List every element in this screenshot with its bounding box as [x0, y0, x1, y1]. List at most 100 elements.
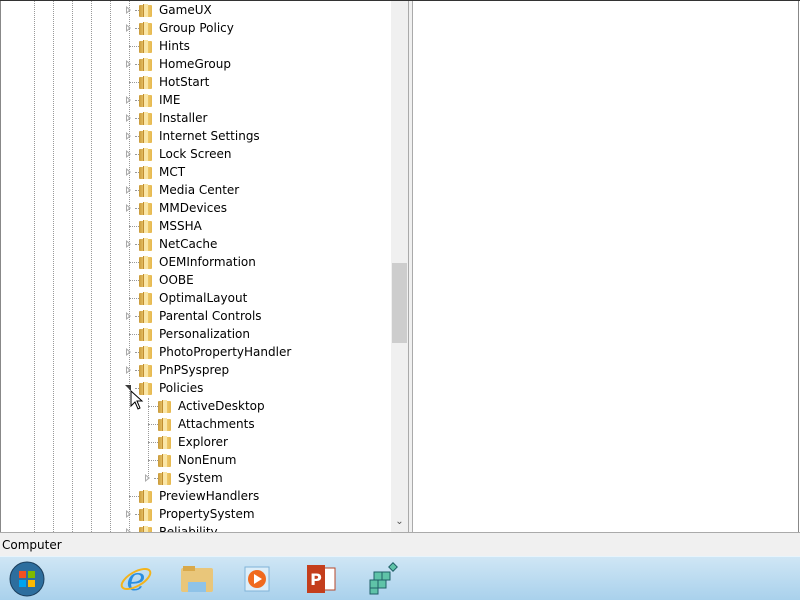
tree-item[interactable]: PnPSysprep — [125, 361, 229, 379]
tree-guide-line — [53, 1, 54, 532]
folder-icon — [138, 291, 153, 306]
tree-item[interactable]: Hints — [125, 37, 190, 55]
tree-item[interactable]: MMDevices — [125, 199, 227, 217]
tree-item-label: MMDevices — [159, 201, 227, 215]
tree-item[interactable]: HomeGroup — [125, 55, 231, 73]
tree-item[interactable]: MCT — [125, 163, 185, 181]
expand-arrow-icon[interactable] — [125, 199, 133, 217]
tree-item-label: Internet Settings — [159, 129, 260, 143]
tree-item[interactable]: Installer — [125, 109, 207, 127]
tree-vertical-scrollbar[interactable]: ⌄ — [391, 1, 408, 532]
mouse-cursor-icon — [130, 390, 144, 410]
tree-item[interactable]: HotStart — [125, 73, 209, 91]
powerpoint-icon: P — [307, 565, 336, 593]
expand-arrow-icon[interactable] — [125, 361, 133, 379]
folder-icon — [138, 507, 153, 522]
media-player-icon — [244, 566, 270, 592]
registry-key-tree[interactable]: GameUX Group Policy Hints HomeGroup HotStart… — [0, 1, 391, 532]
tree-item-label: HotStart — [159, 75, 210, 89]
tree-item[interactable]: MSSHA — [125, 217, 202, 235]
powerpoint-button[interactable]: P — [301, 561, 341, 597]
tree-item-label: PhotoPropertyHandler — [159, 345, 292, 359]
tree-item[interactable]: Personalization — [125, 325, 250, 343]
tree-item[interactable]: GameUX — [125, 1, 212, 19]
tree-item-label: Attachments — [178, 417, 255, 431]
folder-icon — [138, 93, 153, 108]
tree-item[interactable]: OptimalLayout — [125, 289, 247, 307]
folder-icon — [138, 75, 153, 90]
tree-item[interactable]: System — [144, 469, 223, 487]
tree-item[interactable]: NetCache — [125, 235, 217, 253]
registry-values-pane[interactable] — [413, 1, 799, 532]
tree-item[interactable]: OOBE — [125, 271, 194, 289]
expand-arrow-icon[interactable] — [125, 343, 133, 361]
tree-item[interactable]: NonEnum — [144, 451, 236, 469]
folder-explorer-icon — [181, 566, 213, 592]
tree-guide-line — [34, 1, 35, 532]
tree-item[interactable]: Parental Controls — [125, 307, 262, 325]
tree-item-label: IME — [159, 93, 181, 107]
tree-item[interactable]: Attachments — [144, 415, 255, 433]
tree-item[interactable]: PropertySystem — [125, 505, 255, 523]
expand-arrow-icon[interactable] — [125, 109, 133, 127]
expand-arrow-icon[interactable] — [125, 307, 133, 325]
tree-item-label: GameUX — [159, 3, 212, 17]
status-bar: Computer — [0, 535, 800, 556]
expand-arrow-icon[interactable] — [125, 127, 133, 145]
taskbar: e P — [0, 556, 800, 600]
folder-icon — [138, 147, 153, 162]
expand-arrow-icon[interactable] — [125, 55, 133, 73]
tree-item-label: OOBE — [159, 273, 194, 287]
tree-item-label: Parental Controls — [159, 309, 262, 323]
registry-editor-button[interactable] — [363, 561, 403, 597]
media-player-button[interactable] — [237, 561, 277, 597]
tree-item[interactable]: Lock Screen — [125, 145, 231, 163]
expand-arrow-icon[interactable] — [125, 505, 133, 523]
tree-guide-line — [72, 1, 73, 532]
tree-item[interactable]: Reliability — [125, 523, 218, 532]
expand-arrow-icon[interactable] — [125, 19, 133, 37]
tree-item[interactable]: Media Center — [125, 181, 239, 199]
folder-icon — [138, 129, 153, 144]
tree-item-label: ActiveDesktop — [178, 399, 265, 413]
tree-item[interactable]: OEMInformation — [125, 253, 256, 271]
tree-item-label: Installer — [159, 111, 208, 125]
internet-explorer-icon: e — [120, 562, 152, 596]
folder-icon — [138, 183, 153, 198]
start-button[interactable] — [7, 561, 47, 597]
folder-icon — [157, 417, 172, 432]
tree-item[interactable]: PhotoPropertyHandler — [125, 343, 291, 361]
tree-item-label: HomeGroup — [159, 57, 231, 71]
expand-arrow-icon[interactable] — [125, 163, 133, 181]
expand-arrow-icon[interactable] — [125, 1, 133, 19]
tree-item-label: PropertySystem — [159, 507, 255, 521]
folder-icon — [157, 453, 172, 468]
folder-icon — [138, 255, 153, 270]
tree-item[interactable]: Internet Settings — [125, 127, 260, 145]
status-path: Computer — [2, 538, 62, 552]
expand-arrow-icon[interactable] — [125, 145, 133, 163]
windows-explorer-button[interactable] — [177, 561, 217, 597]
folder-icon — [157, 435, 172, 450]
tree-item-label: Media Center — [159, 183, 240, 197]
scrollbar-thumb[interactable] — [392, 263, 407, 343]
tree-item[interactable]: Group Policy — [125, 19, 234, 37]
scroll-down-arrow-icon[interactable]: ⌄ — [391, 516, 408, 530]
tree-item-label: Explorer — [178, 435, 228, 449]
tree-item[interactable]: ActiveDesktop — [144, 397, 265, 415]
folder-icon — [138, 525, 153, 532]
tree-item-label: Hints — [159, 39, 190, 53]
folder-icon — [138, 237, 153, 252]
expand-arrow-icon[interactable] — [144, 469, 152, 487]
svg-text:P: P — [310, 570, 322, 589]
tree-item[interactable]: PreviewHandlers — [125, 487, 259, 505]
tree-item[interactable]: IME — [125, 91, 180, 109]
tree-item-label: System — [178, 471, 223, 485]
tree-item[interactable]: Explorer — [144, 433, 228, 451]
expand-arrow-icon[interactable] — [125, 523, 133, 532]
expand-arrow-icon[interactable] — [125, 91, 133, 109]
tree-item-label: MSSHA — [159, 219, 202, 233]
internet-explorer-button[interactable]: e — [116, 561, 156, 597]
expand-arrow-icon[interactable] — [125, 181, 133, 199]
expand-arrow-icon[interactable] — [125, 235, 133, 253]
